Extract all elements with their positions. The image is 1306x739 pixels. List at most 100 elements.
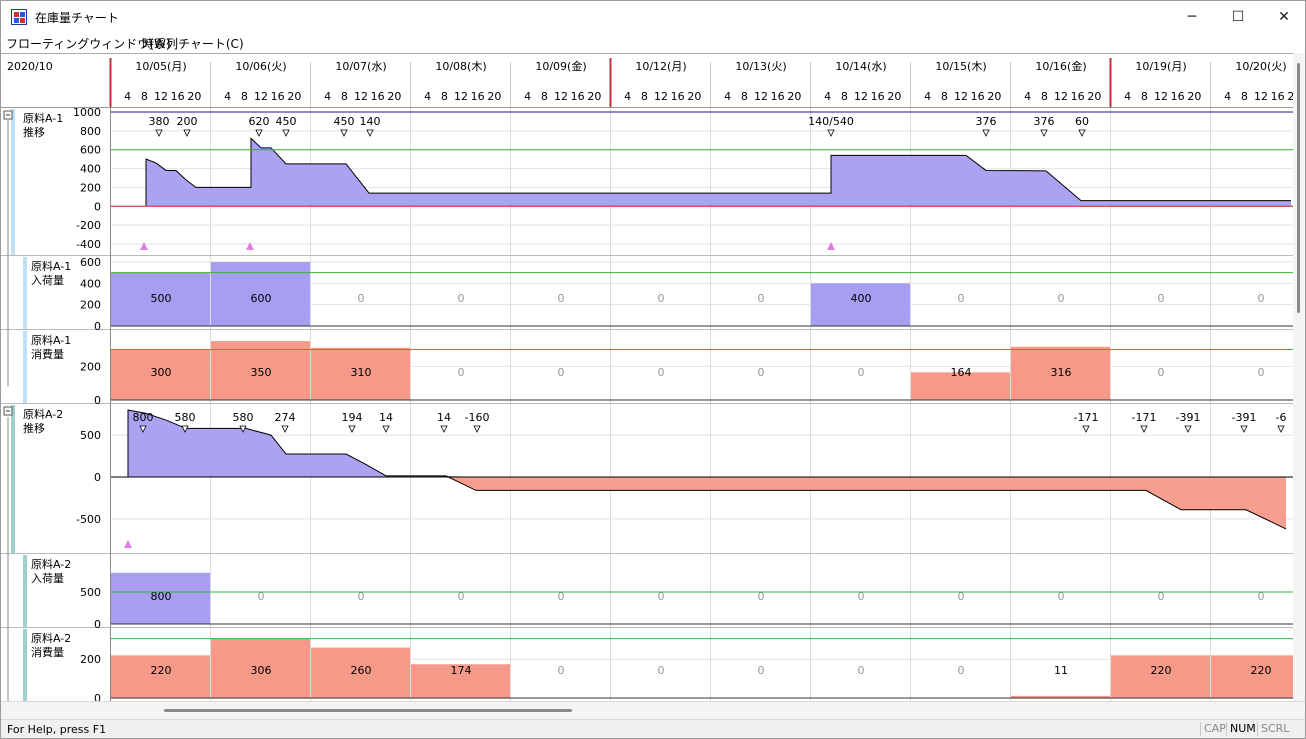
hour-tick-label: 16: [871, 90, 885, 103]
data-label: 350: [251, 366, 272, 379]
data-label: 220: [151, 664, 172, 677]
hour-tick-label: 12: [1254, 90, 1268, 103]
hour-tick-label: 16: [271, 90, 285, 103]
hour-tick-label: 20: [1087, 90, 1101, 103]
callout-label: 14: [437, 411, 451, 424]
hour-tick-label: 20: [387, 90, 401, 103]
vertical-scroll-thumb[interactable]: [1297, 63, 1300, 313]
y-tick-label: 200: [80, 360, 101, 373]
callout-label: 194: [342, 411, 363, 424]
menu-timeseries-chart[interactable]: 時系列チャート(C): [142, 35, 244, 52]
panel-title: 原料A-1: [31, 333, 71, 347]
callout-triangle: [348, 425, 356, 433]
minimize-button[interactable]: ─: [1169, 1, 1215, 33]
hour-tick-label: 16: [771, 90, 785, 103]
hour-tick-label: 20: [887, 90, 901, 103]
y-tick-label: 400: [80, 277, 101, 290]
hour-tick-label: 20: [787, 90, 801, 103]
panel-side-band: [23, 555, 27, 627]
callout-label: 60: [1075, 115, 1089, 128]
callout-label: 450: [334, 115, 355, 128]
callout-label: 14: [379, 411, 393, 424]
hour-tick-label: 4: [1224, 90, 1231, 103]
panel-title: 原料A-1: [23, 111, 63, 125]
hour-tick-label: 4: [224, 90, 231, 103]
callout-label: 274: [275, 411, 296, 424]
panel-title: 原料A-2: [31, 631, 71, 645]
data-label: 220: [1251, 664, 1272, 677]
menu-bar: フローティングウィンドウ(W) 時系列チャート(C): [1, 33, 1305, 53]
hour-tick-label: 8: [441, 90, 448, 103]
y-tick-label: 0: [94, 200, 101, 213]
hour-tick-label: 16: [171, 90, 185, 103]
status-num-indicator: NUM: [1226, 722, 1259, 736]
date-label: 10/19(月): [1135, 60, 1186, 73]
callout-triangle: [155, 129, 163, 137]
event-marker: [124, 540, 132, 548]
hour-tick-label: 20: [987, 90, 1001, 103]
hour-tick-label: 4: [724, 90, 731, 103]
callout-triangle: [1140, 425, 1148, 433]
panel-subtitle: 推移: [23, 125, 45, 139]
callout-triangle: [1078, 129, 1086, 137]
y-tick-label: 600: [80, 256, 101, 269]
horizontal-scrollbar[interactable]: [1, 701, 1305, 719]
data-label: 306: [251, 664, 272, 677]
hour-tick-label: 4: [524, 90, 531, 103]
callout-label: -391: [1176, 411, 1201, 424]
callout-label: 380: [149, 115, 170, 128]
callout-triangle: [1040, 129, 1048, 137]
hour-tick-label: 4: [924, 90, 931, 103]
hour-tick-label: 4: [1124, 90, 1131, 103]
y-tick-label: 0: [94, 394, 101, 407]
hour-tick-label: 8: [541, 90, 548, 103]
data-label: 0: [958, 664, 965, 677]
maximize-button[interactable]: ☐: [1215, 1, 1261, 33]
data-label: 11: [1054, 664, 1068, 677]
horizontal-scroll-thumb[interactable]: [164, 709, 572, 712]
hour-tick-label: 16: [671, 90, 685, 103]
window-title: 在庫量チャート: [35, 11, 119, 25]
callout-label: 450: [276, 115, 297, 128]
date-label: 10/06(火): [235, 60, 286, 73]
data-label: 0: [558, 664, 565, 677]
data-label: 0: [758, 366, 765, 379]
hour-tick-label: 12: [1054, 90, 1068, 103]
y-tick-label: -200: [76, 219, 101, 232]
close-button[interactable]: ✕: [1261, 1, 1305, 33]
y-tick-label: 200: [80, 181, 101, 194]
hour-tick-label: 12: [354, 90, 368, 103]
status-help-text: For Help, press F1: [7, 723, 107, 736]
callout-label: -160: [465, 411, 490, 424]
hour-tick-label: 12: [154, 90, 168, 103]
status-cap-indicator: CAP: [1200, 722, 1229, 736]
callout-label: 376: [1034, 115, 1055, 128]
data-label: 0: [858, 366, 865, 379]
hour-tick-label: 20: [587, 90, 601, 103]
callout-triangle: [1277, 425, 1285, 433]
callout-triangle: [473, 425, 481, 433]
data-label: 164: [951, 366, 972, 379]
callout-label: 140: [360, 115, 381, 128]
y-tick-label: 800: [80, 125, 101, 138]
hour-tick-label: 12: [854, 90, 868, 103]
hour-tick-label: 8: [1241, 90, 1248, 103]
data-label: 0: [658, 292, 665, 305]
callout-label: -6: [1276, 411, 1287, 424]
y-tick-label: -400: [76, 238, 101, 251]
inventory-chart[interactable]: 2020/10 10/05(月)4 8 12 16 2010/06(火)4 8 12 16 201…: [1, 54, 1293, 702]
timeseries-chart-area[interactable]: 2020/10 10/05(月) 4 8 12 16 20 10/06(火) 4 8 12 16 20 1…: [1, 53, 1305, 702]
y-tick-label: 200: [80, 299, 101, 312]
hour-tick-label: 20: [187, 90, 201, 103]
y-tick-label: 400: [80, 163, 101, 176]
panel-title: 原料A-2: [31, 557, 71, 571]
inventory-positive-area: [128, 410, 1286, 477]
hour-tick-label: 12: [254, 90, 268, 103]
data-label: 174: [451, 664, 472, 677]
data-label: 316: [1051, 366, 1072, 379]
panel-side-band: [23, 629, 27, 701]
title-bar[interactable]: 在庫量チャート ─ ☐ ✕: [1, 1, 1305, 33]
date-label: 10/15(木): [935, 60, 986, 73]
vertical-scrollbar[interactable]: [1293, 53, 1305, 701]
data-label: 300: [151, 366, 172, 379]
